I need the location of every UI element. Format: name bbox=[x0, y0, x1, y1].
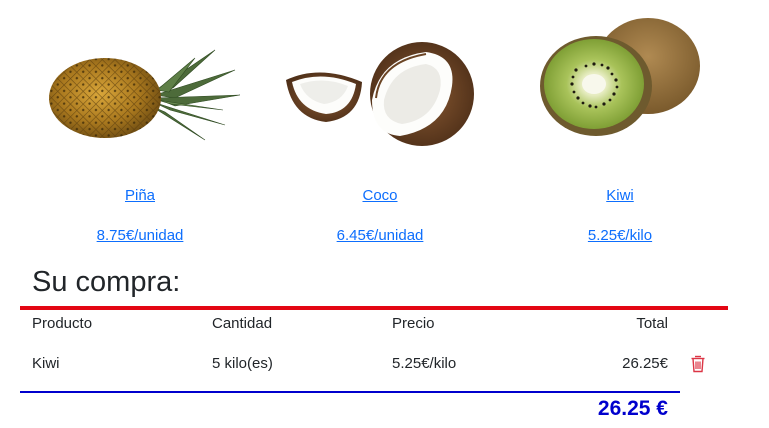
product-name-pina[interactable]: Piña bbox=[20, 187, 260, 204]
grand-total: 26.25 € bbox=[597, 397, 668, 420]
column-header-quantity: Cantidad bbox=[212, 315, 273, 332]
cart-item-quantity: 5 kilo(es) bbox=[212, 355, 273, 372]
cart-item-product: Kiwi bbox=[32, 355, 60, 372]
trash-icon[interactable] bbox=[690, 355, 706, 373]
total-divider bbox=[20, 391, 680, 393]
product-price-coco[interactable]: 6.45€/unidad bbox=[260, 227, 500, 244]
kiwi-image[interactable] bbox=[530, 12, 710, 142]
product-card-pina: Piña 8.75€/unidad bbox=[20, 0, 260, 260]
column-header-total: Total bbox=[636, 315, 668, 332]
column-header-price: Precio bbox=[392, 315, 435, 332]
product-name-coco[interactable]: Coco bbox=[260, 187, 500, 204]
product-card-kiwi: Kiwi 5.25€/kilo bbox=[500, 0, 740, 260]
cart-item-price: 5.25€/kilo bbox=[392, 355, 457, 372]
product-grid: Piña 8.75€/unidad Coco 6.45€/unidad Kiwi… bbox=[0, 0, 769, 260]
cart-title-divider bbox=[20, 306, 728, 310]
column-header-product: Producto bbox=[32, 315, 93, 332]
product-price-pina[interactable]: 8.75€/unidad bbox=[20, 227, 260, 244]
coconut-image[interactable] bbox=[280, 38, 480, 158]
product-price-kiwi[interactable]: 5.25€/kilo bbox=[500, 227, 740, 244]
product-name-kiwi[interactable]: Kiwi bbox=[500, 187, 740, 204]
product-card-coco: Coco 6.45€/unidad bbox=[260, 0, 500, 260]
cart-title: Su compra: bbox=[32, 266, 181, 298]
pineapple-image[interactable] bbox=[45, 40, 245, 150]
cart-item-total: 26.25€ bbox=[622, 355, 668, 372]
